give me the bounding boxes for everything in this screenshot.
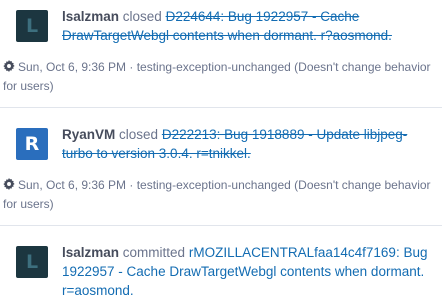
avatar[interactable]: L <box>16 10 48 42</box>
story-headline: lsalzman closed D224644: Bug 1922957 - C… <box>62 7 438 45</box>
avatar[interactable]: R <box>16 128 48 160</box>
story-headline: lsalzman committed rMOZILLACENTRALfaa14c… <box>62 243 438 300</box>
feed-story: L lsalzman closed D224644: Bug 1922957 -… <box>0 0 442 108</box>
avatar-letter: L <box>25 251 39 273</box>
avatar-letter: R <box>24 133 40 155</box>
author-link[interactable]: RyanVM <box>62 127 115 142</box>
activity-feed: L lsalzman closed D224644: Bug 1922957 -… <box>0 0 442 298</box>
story-separator <box>0 225 442 226</box>
story-separator <box>0 107 442 108</box>
action-text: closed <box>122 9 162 24</box>
story-headline: RyanVM closed D222213: Bug 1918889 - Upd… <box>62 125 438 163</box>
action-text: closed <box>119 127 159 142</box>
gear-icon <box>3 178 15 190</box>
action-text: committed <box>122 245 186 260</box>
feed-story: L lsalzman committed rMOZILLACENTRALfaa1… <box>0 236 442 298</box>
story-meta-text: Sun, Oct 6, 9:36 PM · testing-exception-… <box>3 60 431 93</box>
feed-story: R RyanVM closed D222213: Bug 1918889 - U… <box>0 118 442 226</box>
avatar-letter: L <box>25 15 39 37</box>
avatar[interactable]: L <box>16 246 48 278</box>
author-link[interactable]: lsalzman <box>62 9 119 24</box>
story-meta: Sun, Oct 6, 9:36 PM · testing-exception-… <box>3 176 433 214</box>
story-meta-text: Sun, Oct 6, 9:36 PM · testing-exception-… <box>3 178 431 211</box>
story-meta: Sun, Oct 6, 9:36 PM · testing-exception-… <box>3 58 433 96</box>
gear-icon <box>3 60 15 72</box>
author-link[interactable]: lsalzman <box>62 245 119 260</box>
